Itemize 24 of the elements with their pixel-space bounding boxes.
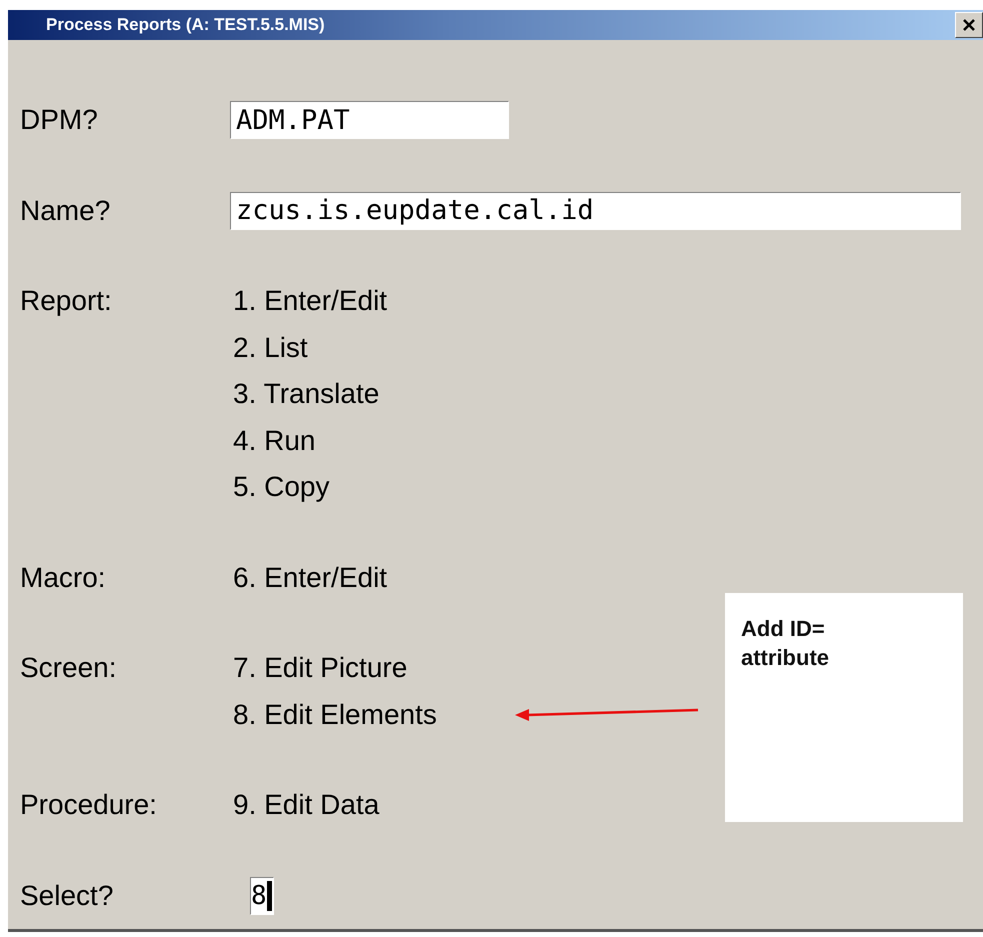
- input-field[interactable]: ADM.PAT: [230, 101, 509, 140]
- close-button[interactable]: [955, 12, 983, 38]
- close-icon: [962, 18, 976, 32]
- field-label: DPM?: [20, 104, 99, 136]
- menu-option[interactable]: 3. Translate: [230, 378, 380, 410]
- section-label: Macro:: [20, 562, 107, 594]
- menu-option[interactable]: 5. Copy: [230, 471, 330, 504]
- input-field[interactable]: zcus.is.eupdate.cal.id: [230, 192, 961, 230]
- menu-option[interactable]: 1. Enter/Edit: [230, 285, 388, 318]
- select-label: Select?: [20, 880, 114, 912]
- menu-option[interactable]: 7. Edit Picture: [230, 652, 408, 684]
- window-title: Process Reports (A: TEST.5.5.MIS): [45, 15, 325, 35]
- annotation-text: Add ID= attribute: [741, 615, 830, 672]
- section-label: Report:: [20, 285, 113, 318]
- input-field[interactable]: 8: [250, 876, 274, 915]
- field-label: Name?: [20, 194, 112, 227]
- menu-option[interactable]: 4. Run: [230, 424, 316, 457]
- text-cursor: [266, 880, 272, 911]
- menu-option[interactable]: 6. Enter/Edit: [230, 562, 388, 594]
- menu-option[interactable]: 9. Edit Data: [230, 789, 380, 822]
- menu-option[interactable]: 8. Edit Elements: [230, 698, 437, 731]
- section-label: Procedure:: [20, 789, 158, 822]
- section-label: Screen:: [20, 652, 118, 684]
- menu-option[interactable]: 2. List: [230, 332, 308, 364]
